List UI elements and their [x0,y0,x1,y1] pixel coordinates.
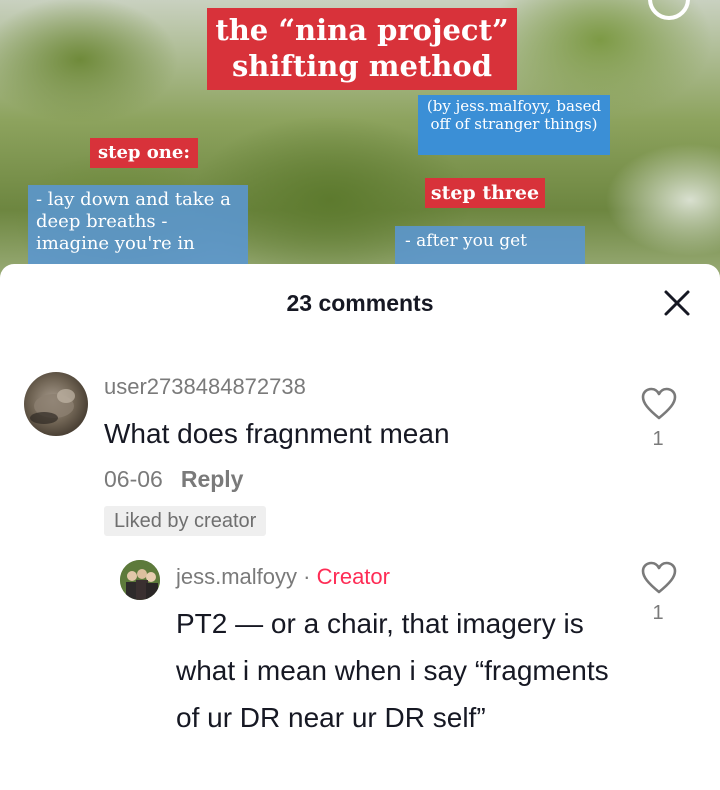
heart-outline-icon [641,561,677,594]
reply-button[interactable]: Reply [181,466,244,492]
heart-outline-icon [641,387,677,420]
comments-sheet: 23 comments user2738484872738 What does … [0,264,720,790]
liked-by-creator-badge: Liked by creator [104,506,267,536]
reply-username-line: jess.malfoyy · Creator [176,564,390,590]
avatar-image [30,389,75,424]
comment-date: 06-06 [104,466,163,492]
video-title-text: the “nina project” shifting method [207,8,517,90]
separator-dot: · [303,564,311,589]
avatar[interactable] [24,372,88,436]
video-background: the “nina project” shifting method (by j… [0,0,720,300]
like-button[interactable] [640,560,678,601]
search-icon[interactable] [648,0,690,20]
close-button[interactable] [660,286,694,320]
like-button[interactable] [640,386,678,427]
comments-header: 23 comments [0,264,720,344]
step-three-label: step three [425,178,545,208]
creator-badge: Creator [316,564,390,589]
avatar-image [120,560,160,600]
step-one-label: step one: [90,138,198,168]
like-count: 1 [652,602,664,624]
comment-meta: 06-06 Reply [104,466,243,493]
reply-text: PT2 — or a chair, that imagery is what i… [176,608,609,733]
step-one-text: - lay down and take a deep breaths - ima… [28,185,248,265]
comment-text: What does fragnment mean [104,418,450,449]
like-count: 1 [652,428,664,450]
video-credit-text: (by jess.malfoyy, based off of stranger … [418,95,610,155]
comment-username[interactable]: user2738484872738 [104,374,306,400]
avatar[interactable] [120,560,160,600]
comment-count: 23 comments [286,290,434,316]
reply-username[interactable]: jess.malfoyy [176,564,297,589]
close-icon [664,290,690,316]
